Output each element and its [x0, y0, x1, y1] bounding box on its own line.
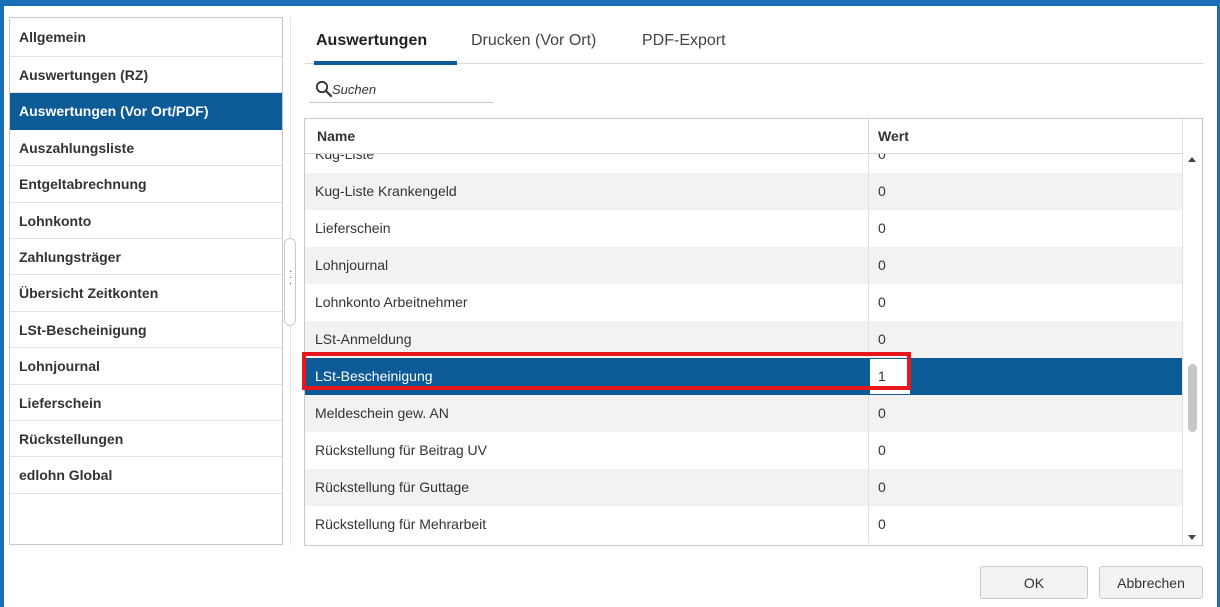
row-value[interactable]: 0	[878, 395, 886, 432]
cancel-button[interactable]: Abbrechen	[1099, 566, 1203, 599]
row-name: LSt-Anmeldung	[315, 331, 412, 347]
splitter-handle[interactable]: · · ·	[284, 238, 296, 326]
table-row[interactable]: Lieferschein 0	[305, 210, 1183, 247]
table-row[interactable]: Kug-Liste Krankengeld 0	[305, 173, 1183, 210]
sidebar-item-entgeltabrechnung[interactable]: Entgeltabrechnung	[10, 166, 282, 203]
search-input[interactable]: Suchen	[309, 79, 493, 103]
window-frame-top	[0, 0, 1220, 6]
row-name: Lohnjournal	[315, 257, 389, 273]
row-name: Kug-Liste Krankengeld	[315, 183, 457, 199]
column-divider	[868, 119, 869, 154]
sidebar-item-lst-bescheinigung[interactable]: LSt-Bescheinigung	[10, 312, 282, 349]
row-value[interactable]: 0	[878, 506, 886, 543]
scroll-down-arrow-icon[interactable]	[1188, 535, 1196, 540]
sidebar-item-uebersicht-zeitkonten[interactable]: Übersicht Zeitkonten	[10, 275, 282, 312]
active-tab-indicator	[314, 61, 457, 65]
column-header-name[interactable]: Name	[317, 128, 355, 144]
row-value[interactable]: 0	[878, 247, 886, 284]
table-row[interactable]: Rückstellung für Guttage 0	[305, 469, 1183, 506]
sidebar-item-lohnkonto[interactable]: Lohnkonto	[10, 203, 282, 239]
table-row[interactable]: Rückstellung für Beitrag UV 0	[305, 432, 1183, 469]
table-row[interactable]: Meldeschein gew. AN 0	[305, 395, 1183, 432]
table-row[interactable]: Lohnkonto Arbeitnehmer 0	[305, 284, 1183, 321]
scrollbar-thumb[interactable]	[1188, 364, 1197, 432]
sidebar-item-auswertungen-vor-ort-pdf[interactable]: Auswertungen (Vor Ort/PDF)	[10, 93, 282, 130]
tab-pdf-export[interactable]: PDF-Export	[642, 32, 726, 50]
row-name: Lohnkonto Arbeitnehmer	[315, 294, 468, 310]
sidebar-item-lieferschein[interactable]: Lieferschein	[10, 385, 282, 421]
table-body: Kug-Liste 0 Kug-Liste Krankengeld 0 Liefer…	[305, 136, 1183, 543]
settings-table: Kug-Liste 0 Kug-Liste Krankengeld 0 Liefer…	[304, 118, 1203, 546]
table-row[interactable]: LSt-Anmeldung 0	[305, 321, 1183, 358]
table-row-selected[interactable]: LSt-Bescheinigung 1	[305, 358, 1183, 395]
window-frame-left	[0, 0, 4, 607]
grip-dots-icon: · · ·	[289, 266, 293, 289]
sidebar-item-rueckstellungen[interactable]: Rückstellungen	[10, 421, 282, 458]
row-name: Rückstellung für Beitrag UV	[315, 442, 487, 458]
search-placeholder: Suchen	[332, 82, 377, 97]
tab-drucken-vor-ort[interactable]: Drucken (Vor Ort)	[471, 32, 596, 50]
sidebar-item-zahlungstraeger[interactable]: Zahlungsträger	[10, 239, 282, 276]
category-sidebar: Allgemein Auswertungen (RZ) Auswertungen…	[9, 17, 283, 545]
sidebar-item-edlohn-global[interactable]: edlohn Global	[10, 457, 282, 494]
ok-button[interactable]: OK	[980, 566, 1088, 599]
row-value[interactable]: 0	[878, 321, 886, 358]
table-row[interactable]: Lohnjournal 0	[305, 247, 1183, 284]
vertical-scrollbar[interactable]	[1182, 119, 1202, 545]
table-row[interactable]: Rückstellung für Mehrarbeit 0	[305, 506, 1183, 543]
tab-bar: Auswertungen Drucken (Vor Ort) PDF-Expor…	[305, 20, 1203, 65]
sidebar-item-lohnjournal[interactable]: Lohnjournal	[10, 348, 282, 385]
row-value[interactable]: 0	[878, 173, 886, 210]
sidebar-item-auszahlungsliste[interactable]: Auszahlungsliste	[10, 130, 282, 167]
row-value[interactable]: 0	[878, 284, 886, 321]
row-value[interactable]: 1	[878, 358, 886, 395]
scroll-up-arrow-icon[interactable]	[1188, 157, 1196, 162]
tab-auswertungen[interactable]: Auswertungen	[316, 32, 427, 50]
row-name: Meldeschein gew. AN	[315, 405, 449, 421]
table-header: Name Wert	[305, 119, 1183, 154]
sidebar-item-allgemein[interactable]: Allgemein	[10, 18, 282, 57]
column-header-value[interactable]: Wert	[878, 128, 909, 144]
row-name: Rückstellung für Mehrarbeit	[315, 516, 487, 532]
row-value[interactable]: 0	[878, 432, 886, 469]
row-name: LSt-Bescheinigung	[315, 368, 433, 384]
row-name: Rückstellung für Guttage	[315, 479, 470, 495]
search-icon	[315, 80, 333, 98]
row-name: Lieferschein	[315, 220, 391, 236]
value-editor[interactable]	[869, 358, 911, 395]
row-value[interactable]: 0	[878, 210, 886, 247]
row-value[interactable]: 0	[878, 469, 886, 506]
sidebar-item-auswertungen-rz[interactable]: Auswertungen (RZ)	[10, 57, 282, 94]
